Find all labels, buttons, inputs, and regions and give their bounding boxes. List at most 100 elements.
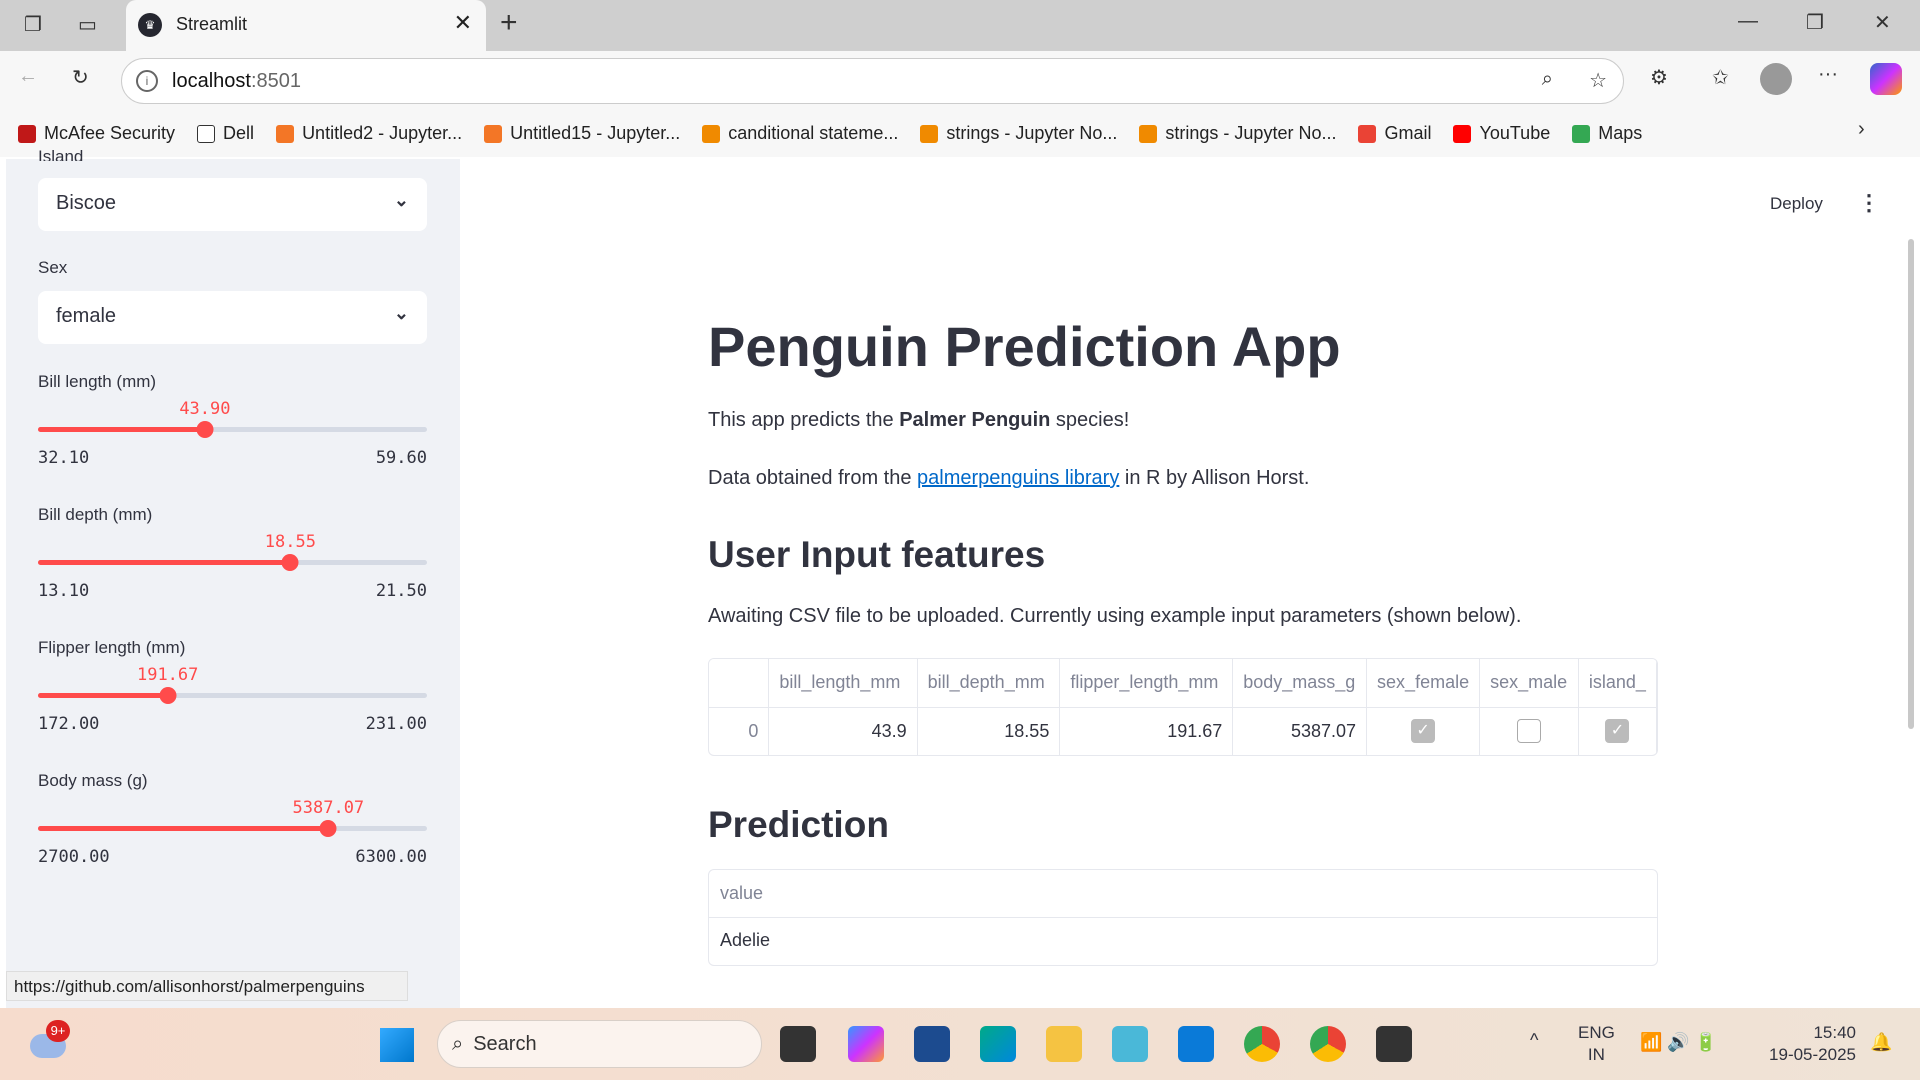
site-info-icon[interactable]: i (136, 70, 158, 92)
restore-icon[interactable]: ❐ (1806, 10, 1824, 35)
notepad-icon[interactable] (1112, 1026, 1148, 1062)
island-select[interactable]: Biscoe ⌄ (38, 178, 427, 231)
bookmark-item[interactable]: Untitled15 - Jupyter... (484, 123, 680, 144)
jupyter-icon (276, 124, 295, 143)
bookmark-item[interactable]: canditional stateme... (702, 123, 898, 144)
tab-streamlit[interactable]: ♛ Streamlit ✕ (126, 0, 486, 51)
file-explorer-icon[interactable] (1046, 1026, 1082, 1062)
taskbar-search[interactable]: ⌕ Search (437, 1020, 762, 1068)
page-title: Penguin Prediction App (708, 315, 1341, 378)
url-text[interactable]: localhost:8501 (172, 70, 301, 93)
column-header[interactable]: sex_male (1479, 659, 1579, 708)
slider-fill (38, 693, 168, 698)
task-view-icon[interactable] (780, 1026, 816, 1062)
windows-start-icon[interactable] (380, 1028, 414, 1062)
terminal-icon[interactable] (1376, 1026, 1412, 1062)
slider-thumb[interactable] (196, 421, 214, 438)
column-header[interactable] (709, 659, 770, 708)
back-icon[interactable]: ← (18, 65, 38, 88)
table-cell: ✓ (1366, 707, 1481, 755)
slider-fill (38, 826, 329, 831)
bookmark-item[interactable]: strings - Jupyter No... (1139, 123, 1336, 144)
edge-icon[interactable] (980, 1026, 1016, 1062)
tab-title: Streamlit (176, 14, 248, 34)
close-window-icon[interactable]: ✕ (1874, 10, 1891, 35)
table-cell: 43.9 (768, 707, 918, 755)
bookmark-label: Untitled2 - Jupyter... (302, 123, 463, 143)
show-hidden-icons-chevron-icon[interactable]: ^ (1530, 1030, 1538, 1051)
column-header[interactable]: body_mass_g (1232, 659, 1368, 708)
maps-icon (1572, 124, 1591, 143)
favorite-star-icon[interactable]: ☆ (1589, 68, 1607, 93)
column-header[interactable]: sex_female (1366, 659, 1481, 708)
slider[interactable]: 43.90 32.10 59.60 (38, 399, 427, 479)
clock[interactable]: 15:40 19-05-2025 (1760, 1022, 1856, 1066)
table-cell: 0 (709, 707, 770, 755)
column-header[interactable]: flipper_length_mm (1059, 659, 1234, 708)
chevron-down-icon: ⌄ (393, 303, 409, 323)
bookmark-label: canditional stateme... (728, 123, 899, 143)
gmail-icon (1358, 124, 1377, 143)
bookmark-label: strings - Jupyter No... (946, 123, 1118, 143)
minimize-icon[interactable]: — (1738, 10, 1758, 33)
profile-avatar[interactable] (1760, 63, 1792, 95)
slider-thumb[interactable] (159, 687, 177, 704)
address-bar[interactable]: i localhost:8501 ⌕ ☆ (121, 58, 1624, 104)
wifi-volume-battery-icons[interactable]: 📶 🔊 🔋 (1640, 1032, 1717, 1053)
bookmarks-more-chevron-icon[interactable]: › (1858, 118, 1865, 141)
search-placeholder: Search (473, 1033, 537, 1055)
slider[interactable]: 5387.07 2700.00 6300.00 (38, 798, 427, 878)
palmerpenguins-link[interactable]: palmerpenguins library (917, 467, 1119, 489)
table-cell: ✓ (1578, 707, 1657, 755)
tab-actions-icon[interactable]: ▭ (78, 12, 97, 37)
language-indicator[interactable]: ENG IN (1578, 1022, 1615, 1066)
chrome-profile-l-icon[interactable] (1310, 1026, 1346, 1062)
column-header[interactable]: island_ (1578, 659, 1657, 708)
slider-fill (38, 427, 205, 432)
prediction-table[interactable]: value Adelie (708, 869, 1658, 966)
new-tab-icon[interactable]: + (500, 6, 518, 40)
favorites-icon[interactable]: ✩ (1712, 65, 1729, 90)
bookmark-item[interactable]: strings - Jupyter No... (920, 123, 1117, 144)
slider-min: 32.10 (38, 448, 90, 468)
slider-value: 191.67 (136, 665, 199, 685)
slider-thumb[interactable] (281, 554, 299, 571)
table-cell (1479, 707, 1579, 755)
bookmark-item[interactable]: Dell (197, 123, 254, 144)
island-value: Biscoe (56, 192, 117, 214)
copilot-icon[interactable] (1870, 63, 1902, 95)
bookmark-item[interactable]: Gmail (1358, 123, 1431, 144)
slider-thumb[interactable] (319, 820, 337, 837)
slider-max: 231.00 (365, 714, 427, 734)
vscode-icon[interactable] (1178, 1026, 1214, 1062)
input-features-table[interactable]: bill_length_mm bill_depth_mm flipper_lengt… (708, 658, 1658, 756)
close-tab-icon[interactable]: ✕ (454, 10, 472, 36)
chrome-profile-p-icon[interactable] (1244, 1026, 1280, 1062)
reload-icon[interactable]: ↻ (72, 65, 89, 90)
bookmark-label: YouTube (1479, 123, 1551, 143)
main-menu-kebab-icon[interactable]: ⋮ (1858, 190, 1880, 216)
slider[interactable]: 191.67 172.00 231.00 (38, 665, 427, 745)
checkbox-icon: ✓ (1605, 719, 1630, 744)
copilot-app-icon[interactable] (848, 1026, 884, 1062)
prediction-heading: Prediction (708, 804, 889, 845)
bookmark-item[interactable]: McAfee Security (18, 123, 175, 144)
extensions-icon[interactable]: ⚙ (1650, 65, 1668, 90)
workspaces-icon[interactable]: ❐ (24, 12, 42, 37)
scrollbar[interactable] (1908, 239, 1914, 729)
features-heading: User Input features (708, 534, 1046, 575)
more-icon[interactable]: ··· (1818, 63, 1838, 86)
bookmark-item[interactable]: Untitled2 - Jupyter... (276, 123, 462, 144)
zoom-icon[interactable]: ⌕ (1542, 68, 1553, 91)
column-header[interactable]: bill_length_mm (768, 659, 918, 708)
slider-label: Bill length (mm) (38, 372, 157, 391)
store-icon[interactable] (914, 1026, 950, 1062)
notifications-bell-icon[interactable]: 🔔 (1870, 1032, 1892, 1053)
slider[interactable]: 18.55 13.10 21.50 (38, 532, 427, 612)
deploy-button[interactable]: Deploy (1770, 194, 1823, 214)
bookmark-item[interactable]: YouTube (1453, 123, 1550, 144)
folder-icon (197, 124, 216, 143)
column-header[interactable]: bill_depth_mm (917, 659, 1061, 708)
sex-select[interactable]: female ⌄ (38, 291, 427, 344)
bookmark-item[interactable]: Maps (1572, 123, 1642, 144)
